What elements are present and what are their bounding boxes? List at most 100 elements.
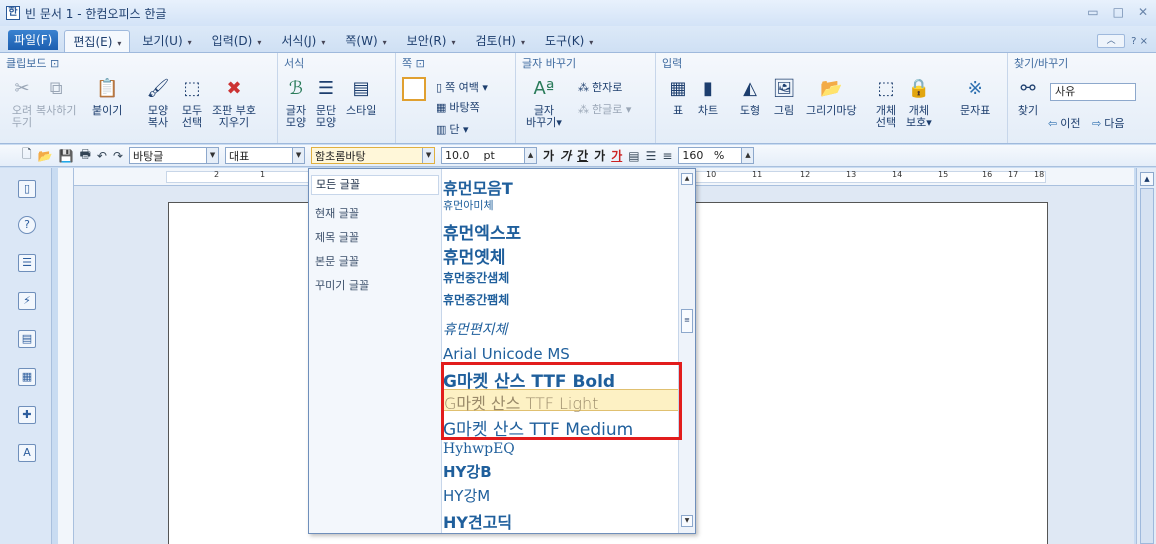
- document-icon[interactable]: ▤: [18, 330, 36, 348]
- file-tab[interactable]: 파일(F): [8, 30, 59, 50]
- tab-view[interactable]: 보기(U) ▾: [134, 30, 199, 52]
- save-icon[interactable]: 💾: [59, 149, 74, 163]
- font-size-input[interactable]: 10.0 pt ▲: [441, 147, 538, 164]
- group-title: 클립보드 ⊡: [6, 57, 60, 70]
- category-body-fonts[interactable]: 본문 글꼴: [315, 253, 359, 269]
- scroll-thumb[interactable]: ≡: [681, 309, 693, 333]
- minimize-icon[interactable]: ▭: [1087, 5, 1098, 19]
- lightning-icon[interactable]: ⚡: [18, 292, 36, 310]
- find-prev-button[interactable]: ⇦ 이전: [1048, 115, 1080, 131]
- ribbon-collapse-button[interactable]: ︿: [1097, 34, 1126, 48]
- highlight-box: [441, 362, 682, 440]
- language-select[interactable]: 대표 ▼: [225, 147, 306, 164]
- table-button[interactable]: ▦ 표: [666, 77, 690, 117]
- font-item[interactable]: 휴먼아미체: [443, 197, 494, 213]
- font-color-button[interactable]: 가: [611, 147, 622, 164]
- font-select[interactable]: 함초롬바탕 ▼: [311, 147, 436, 164]
- find-button[interactable]: ⚯ 찾기: [1016, 77, 1040, 117]
- window-title: 빈 문서 1 - 한컴오피스 한글: [25, 6, 167, 21]
- object-select-button[interactable]: ⬚ 개체 선택: [874, 77, 898, 129]
- font-list-scrollbar[interactable]: ▲ ≡ ▼: [678, 169, 695, 533]
- font-item[interactable]: 휴먼중간샘체: [443, 269, 509, 286]
- char-replace-button[interactable]: Aª 글자 바꾸기▾: [526, 77, 562, 129]
- category-current-fonts[interactable]: 현재 글꼴: [315, 205, 359, 221]
- drawing-button[interactable]: 📂 그리기마당: [806, 77, 857, 117]
- chevron-down-icon: ▾: [321, 38, 326, 47]
- font-item[interactable]: 휴먼엑스포: [443, 219, 521, 244]
- table-icon[interactable]: ▦: [18, 368, 36, 386]
- category-all-fonts[interactable]: 모든 글꼴: [311, 175, 439, 195]
- bg-page-button[interactable]: ▦ 바탕쪽: [436, 99, 480, 115]
- scroll-thumb[interactable]: [1140, 188, 1154, 544]
- font-item[interactable]: HyhwpEQ: [443, 441, 515, 457]
- help-icon[interactable]: ?: [18, 216, 36, 234]
- close-icon[interactable]: ✕: [1138, 5, 1148, 19]
- style-select[interactable]: 바탕글 ▼: [129, 147, 220, 164]
- find-next-button[interactable]: ⇨ 다음: [1092, 115, 1124, 131]
- font-item[interactable]: HY견고딕: [443, 509, 512, 533]
- picture-button[interactable]: 🖼 그림: [772, 77, 796, 117]
- undo-icon[interactable]: ↶: [97, 149, 107, 163]
- align-justify-icon[interactable]: ▤: [628, 149, 639, 163]
- align-center-icon[interactable]: ≡: [662, 149, 672, 163]
- puzzle-icon[interactable]: ✚: [18, 406, 36, 424]
- paste-button[interactable]: 📋 붙이기: [92, 77, 122, 117]
- book-icon[interactable]: ▯: [18, 180, 36, 198]
- print-icon[interactable]: 🖶: [80, 145, 91, 166]
- tab-insert[interactable]: 입력(D) ▾: [204, 30, 270, 52]
- button-label: 개체 보호▾: [906, 104, 932, 129]
- object-protect-button[interactable]: 🔒 개체 보호▾: [906, 77, 932, 129]
- to-hangul-button[interactable]: ⁂ 한글로 ▾: [578, 101, 631, 117]
- clipboard-icon: 📋: [95, 78, 119, 99]
- list-icon[interactable]: ☰: [18, 254, 36, 272]
- para-shape-button[interactable]: ☰ 문단 모양: [314, 77, 338, 129]
- tab-security[interactable]: 보안(R) ▾: [399, 30, 464, 52]
- help-close[interactable]: ? ×: [1131, 36, 1148, 47]
- strike-button[interactable]: 가: [594, 147, 605, 164]
- scroll-up-icon[interactable]: ▲: [1140, 172, 1154, 186]
- category-title-fonts[interactable]: 제목 글꼴: [315, 229, 359, 245]
- new-doc-icon[interactable]: 🗋: [22, 145, 32, 166]
- text-style-icon[interactable]: A: [18, 444, 36, 462]
- tab-tools[interactable]: 도구(K) ▾: [537, 30, 601, 52]
- line-spacing-input[interactable]: 160 % ▲: [678, 147, 755, 164]
- button-label: 표: [672, 104, 684, 117]
- vertical-scrollbar[interactable]: ▲: [1136, 168, 1156, 544]
- chart-button[interactable]: ▮ 차트: [696, 77, 720, 117]
- underline-button[interactable]: 간: [577, 147, 588, 164]
- tab-review[interactable]: 검토(H) ▾: [467, 30, 532, 52]
- copy-button[interactable]: ⧉ 복사하기: [36, 77, 76, 117]
- redo-icon[interactable]: ↷: [113, 149, 123, 163]
- font-item[interactable]: 휴먼중간팸체: [443, 291, 509, 308]
- italic-button[interactable]: 가: [560, 147, 571, 164]
- page-orientation-button[interactable]: [402, 77, 426, 105]
- to-hanja-button[interactable]: ⁂ 한자로: [578, 79, 622, 95]
- maximize-icon[interactable]: □: [1113, 5, 1124, 19]
- tab-page[interactable]: 쪽(W) ▾: [337, 30, 394, 52]
- char-shape-button[interactable]: ℬ 글자 모양: [284, 77, 308, 129]
- char-map-button[interactable]: ※ 문자표: [960, 77, 990, 117]
- font-item[interactable]: 휴먼모음T: [443, 175, 513, 199]
- align-left-icon[interactable]: ☰: [646, 149, 657, 163]
- font-item[interactable]: Arial Unicode MS: [443, 345, 570, 363]
- page-margin-button[interactable]: ▯ 쪽 여백 ▾: [436, 79, 488, 95]
- scroll-down-icon[interactable]: ▼: [681, 515, 693, 527]
- cut-button[interactable]: ✂ 오려 두기: [10, 77, 34, 129]
- font-item[interactable]: 휴먼편지체: [443, 319, 507, 339]
- font-item[interactable]: HY강B: [443, 461, 492, 482]
- category-decor-fonts[interactable]: 꾸미기 글꼴: [315, 277, 369, 293]
- shape-button[interactable]: ◭ 도형: [738, 77, 762, 117]
- scroll-up-icon[interactable]: ▲: [681, 173, 693, 185]
- tab-format[interactable]: 서식(J) ▾: [273, 30, 333, 52]
- style-button[interactable]: ▤ 스타일: [346, 77, 376, 117]
- font-item[interactable]: HY강M: [443, 485, 490, 506]
- shape-copy-button[interactable]: 🖌 모양 복사: [146, 77, 170, 129]
- find-input[interactable]: 사유: [1050, 83, 1136, 101]
- select-all-button[interactable]: ⬚ 모두 선택: [180, 77, 204, 129]
- column-button[interactable]: ▥ 단 ▾: [436, 121, 469, 137]
- open-folder-icon[interactable]: 📂: [38, 149, 53, 163]
- font-item[interactable]: 휴먼옛체: [443, 243, 506, 268]
- bold-button[interactable]: 가: [543, 147, 554, 164]
- tab-edit[interactable]: 편집(E) ▾: [64, 30, 131, 52]
- remove-codes-button[interactable]: ✖ 조판 부호 지우기: [212, 77, 256, 129]
